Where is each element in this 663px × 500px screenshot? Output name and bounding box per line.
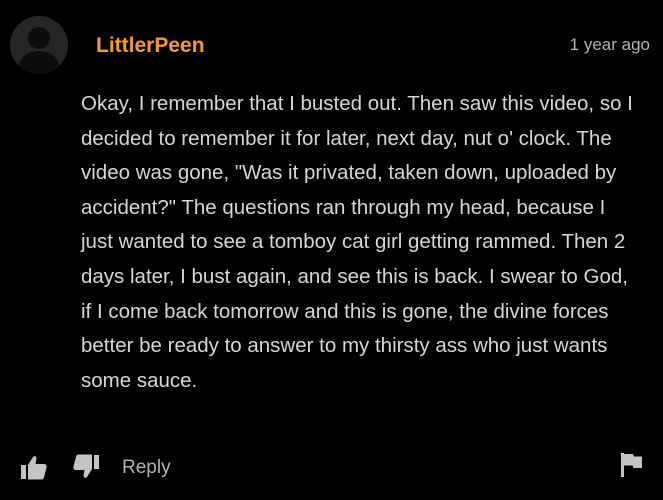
comment-author[interactable]: LittlerPeen [96,34,205,58]
comment-actions: Reply [0,448,663,488]
default-avatar-icon [18,27,60,74]
flag-icon [621,453,642,477]
like-button[interactable] [20,455,48,481]
avatar[interactable] [10,16,68,74]
comment-timestamp: 1 year ago [569,35,650,54]
dislike-button[interactable] [72,453,100,479]
report-flag-button[interactable] [620,452,644,478]
thumbs-down-icon [73,454,99,478]
reply-button[interactable]: Reply [122,457,171,479]
thumbs-up-icon [21,456,47,480]
comment-card: LittlerPeen 1 year ago Okay, I remember … [0,0,663,500]
comment-body: Okay, I remember that I busted out. Then… [81,92,633,392]
